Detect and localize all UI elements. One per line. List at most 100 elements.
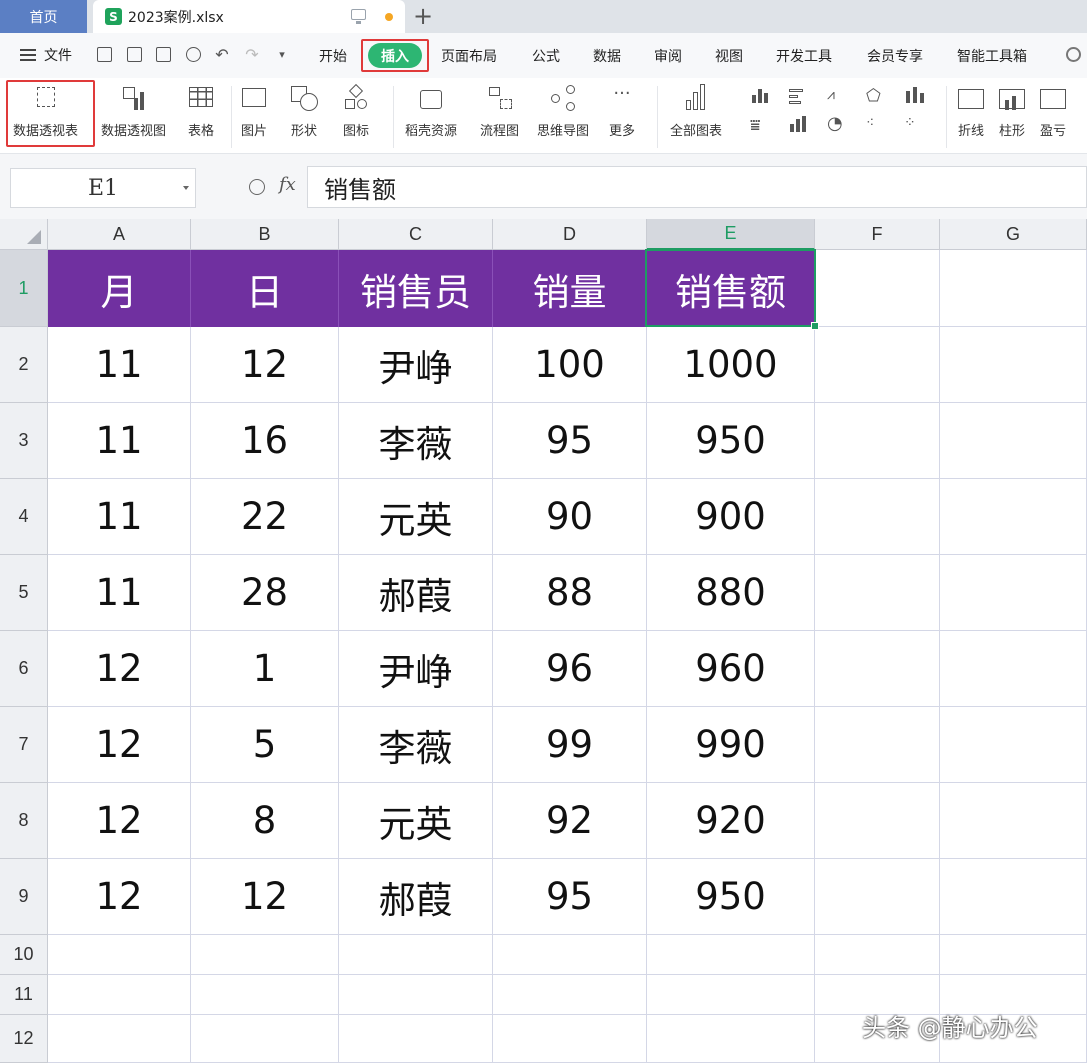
cell-d5[interactable]: 88 (493, 555, 647, 631)
cell-c4[interactable]: 元英 (339, 479, 493, 555)
menu-view[interactable]: 视图 (715, 46, 743, 66)
row-header-2[interactable]: 2 (0, 327, 48, 403)
monitor-icon[interactable] (351, 9, 366, 24)
area-chart-icon[interactable]: ⩸ (750, 116, 772, 136)
column-header-b[interactable]: B (191, 219, 339, 250)
scatter-chart-icon[interactable]: ⁖ (866, 115, 888, 133)
cell-b2[interactable]: 12 (191, 327, 339, 403)
column-header-e[interactable]: E (647, 219, 815, 250)
menu-smart-toolbox[interactable]: 智能工具箱 (957, 46, 1027, 66)
select-all-corner[interactable] (0, 219, 48, 250)
cell-d6[interactable]: 96 (493, 631, 647, 707)
cell-e6[interactable]: 960 (647, 631, 815, 707)
row-header-10[interactable]: 10 (0, 935, 48, 975)
line-chart-icon[interactable]: ⩘ (827, 87, 849, 105)
cell-g9[interactable] (940, 859, 1087, 935)
cell-d12[interactable] (493, 1015, 647, 1063)
cell-a7[interactable]: 12 (48, 707, 191, 783)
export-icon[interactable] (127, 47, 142, 62)
cell-c8[interactable]: 元英 (339, 783, 493, 859)
cell-g5[interactable] (940, 555, 1087, 631)
cell-e8[interactable]: 920 (647, 783, 815, 859)
row-header-5[interactable]: 5 (0, 555, 48, 631)
cell-b3[interactable]: 16 (191, 403, 339, 479)
cell-a9[interactable]: 12 (48, 859, 191, 935)
mindmap-button[interactable]: 思维导图 (537, 84, 589, 139)
cell-d11[interactable] (493, 975, 647, 1015)
undo-icon[interactable]: ↶ (213, 46, 231, 64)
customize-dropdown-icon[interactable]: ▾ (273, 46, 291, 64)
cell-g1[interactable] (940, 250, 1087, 327)
file-menu-button[interactable]: 文件 (20, 45, 72, 65)
cell-c2[interactable]: 尹峥 (339, 327, 493, 403)
cell-b1[interactable]: 日 (191, 250, 339, 327)
pivot-chart-button[interactable]: 数据透视图 (101, 84, 166, 139)
chevron-down-icon[interactable] (183, 186, 189, 190)
column-header-d[interactable]: D (493, 219, 647, 250)
pie-chart-icon[interactable]: ◔ (827, 115, 849, 133)
column-header-a[interactable]: A (48, 219, 191, 250)
cell-g7[interactable] (940, 707, 1087, 783)
cell-b7[interactable]: 5 (191, 707, 339, 783)
cell-f7[interactable] (815, 707, 940, 783)
cell-e5[interactable]: 880 (647, 555, 815, 631)
cell-f5[interactable] (815, 555, 940, 631)
redo-icon[interactable]: ↷ (243, 46, 261, 64)
cell-a5[interactable]: 11 (48, 555, 191, 631)
sparkline-winloss-button[interactable]: 盈亏 (1039, 84, 1067, 139)
cell-d2[interactable]: 100 (493, 327, 647, 403)
bar-chart-icon[interactable] (788, 87, 810, 105)
print-preview-icon[interactable] (186, 47, 201, 62)
cell-b5[interactable]: 28 (191, 555, 339, 631)
cell-b10[interactable] (191, 935, 339, 975)
menu-review[interactable]: 审阅 (654, 46, 682, 66)
docer-resources-button[interactable]: 稻壳资源 (405, 84, 457, 139)
cell-f3[interactable] (815, 403, 940, 479)
cell-f4[interactable] (815, 479, 940, 555)
table-button[interactable]: 表格 (187, 84, 215, 139)
cell-e3[interactable]: 950 (647, 403, 815, 479)
cell-b11[interactable] (191, 975, 339, 1015)
cell-c7[interactable]: 李薇 (339, 707, 493, 783)
cell-c11[interactable] (339, 975, 493, 1015)
column-chart-icon[interactable] (750, 87, 772, 105)
cell-c12[interactable] (339, 1015, 493, 1063)
cell-e12[interactable] (647, 1015, 815, 1063)
column-header-c[interactable]: C (339, 219, 493, 250)
row-header-8[interactable]: 8 (0, 783, 48, 859)
cell-d7[interactable]: 99 (493, 707, 647, 783)
cell-e1[interactable]: 销售额 (647, 250, 815, 327)
column-header-f[interactable]: F (815, 219, 940, 250)
more-button[interactable]: ··· 更多 (608, 84, 636, 140)
flowchart-button[interactable]: 流程图 (480, 84, 519, 139)
cell-b6[interactable]: 1 (191, 631, 339, 707)
cell-a12[interactable] (48, 1015, 191, 1063)
radar-chart-icon[interactable]: ⬠ (866, 86, 888, 106)
cell-f1[interactable] (815, 250, 940, 327)
cell-a6[interactable]: 12 (48, 631, 191, 707)
cell-f9[interactable] (815, 859, 940, 935)
cell-e11[interactable] (647, 975, 815, 1015)
cell-a2[interactable]: 11 (48, 327, 191, 403)
cell-a3[interactable]: 11 (48, 403, 191, 479)
cell-a1[interactable]: 月 (48, 250, 191, 327)
column-header-g[interactable]: G (940, 219, 1087, 250)
combo-chart-icon[interactable] (788, 116, 810, 134)
cell-a11[interactable] (48, 975, 191, 1015)
bubble-chart-icon[interactable]: ⁘ (904, 115, 926, 133)
row-header-4[interactable]: 4 (0, 479, 48, 555)
sparkline-column-button[interactable]: 柱形 (998, 84, 1026, 139)
menu-formulas[interactable]: 公式 (532, 46, 560, 66)
function-icon[interactable]: fx (279, 174, 296, 195)
sparkline-line-button[interactable]: 折线 (957, 84, 985, 139)
name-box[interactable]: E1 (10, 168, 196, 208)
row-header-9[interactable]: 9 (0, 859, 48, 935)
row-header-7[interactable]: 7 (0, 707, 48, 783)
cell-g4[interactable] (940, 479, 1087, 555)
cell-c9[interactable]: 郝葭 (339, 859, 493, 935)
cell-g8[interactable] (940, 783, 1087, 859)
cell-a10[interactable] (48, 935, 191, 975)
new-tab-plus-icon[interactable]: + (413, 3, 433, 29)
all-charts-button[interactable]: 全部图表 (670, 84, 722, 139)
cell-d1[interactable]: 销量 (493, 250, 647, 327)
